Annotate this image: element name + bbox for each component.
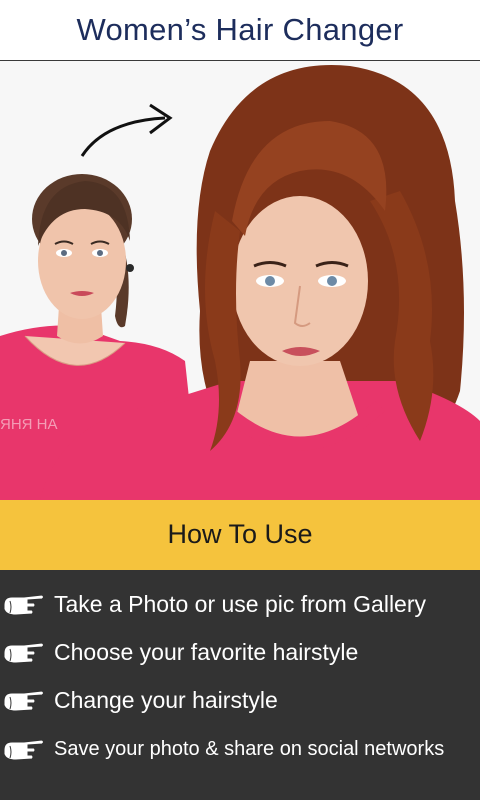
- step-label: Change your hairstyle: [54, 687, 278, 713]
- list-item: Change your hairstyle: [0, 679, 480, 725]
- curved-arrow-icon: [80, 103, 173, 157]
- pointing-hand-icon: [3, 739, 44, 761]
- how-to-use-label: How To Use: [167, 519, 313, 549]
- list-item: Save your photo & share on social networ…: [0, 728, 480, 774]
- before-after-illustration: ЯНЯ НА: [0, 61, 480, 500]
- svg-text:ЯНЯ НА: ЯНЯ НА: [0, 416, 58, 433]
- pointing-hand-icon: [3, 642, 44, 664]
- app-title: Women’s Hair Changer: [76, 12, 404, 47]
- step-label: Take a Photo or use pic from Gallery: [54, 591, 426, 617]
- step-label: Choose your favorite hairstyle: [54, 639, 359, 665]
- list-item: Take a Photo or use pic from Gallery: [0, 583, 480, 629]
- app-title-bar: Women’s Hair Changer: [0, 0, 480, 61]
- step-label: Save your photo & share on social networ…: [54, 738, 445, 760]
- pointing-hand-icon: [3, 690, 44, 712]
- list-item: Choose your favorite hairstyle: [0, 631, 480, 677]
- before-after-image: ЯНЯ НА: [0, 65, 480, 500]
- how-to-use-banner: How To Use: [0, 500, 480, 570]
- steps-list: Take a Photo or use pic from Gallery Cho…: [0, 570, 480, 800]
- pointing-hand-icon: [3, 594, 44, 616]
